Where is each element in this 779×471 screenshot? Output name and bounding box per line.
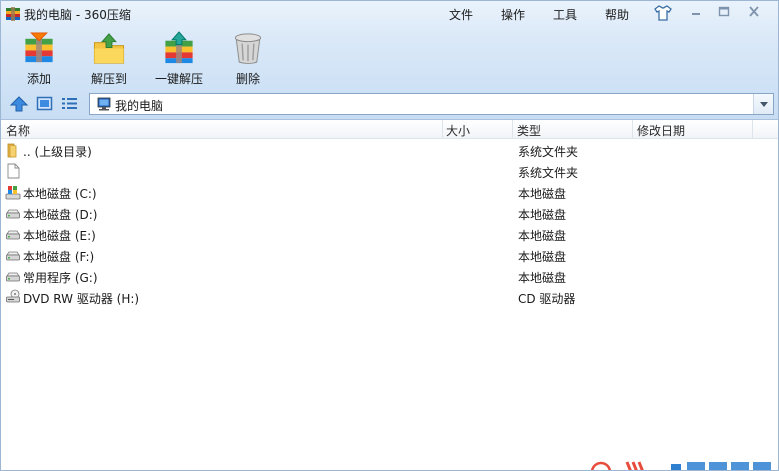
hard-drive-icon [6, 251, 20, 261]
app-window: 我的电脑 - 360压缩 文件 操作 工具 帮助 添加 解压到 一键解压 删除 … [0, 0, 779, 471]
item-type: 本地磁盘 [518, 229, 567, 243]
item-name: 本地磁盘 (F:) [23, 250, 95, 264]
item-name: 常用程序 (G:) [23, 271, 98, 285]
top-chrome: 我的电脑 - 360压缩 文件 操作 工具 帮助 添加 解压到 一键解压 删除 … [1, 1, 778, 120]
address-text: 我的电脑 [115, 99, 164, 113]
item-name: 本地磁盘 (E:) [23, 229, 96, 243]
item-type: 本地磁盘 [518, 208, 567, 222]
list-item[interactable]: 本地磁盘 (E:) 本地磁盘 [1, 224, 778, 245]
item-name: 本地磁盘 (C:) [23, 187, 97, 201]
watermark-logo [590, 461, 771, 470]
up-arrow-icon[interactable] [10, 96, 28, 112]
column-modified[interactable]: 修改日期 [637, 122, 685, 139]
list-item[interactable]: 本地磁盘 (C:) 本地磁盘 [1, 182, 778, 203]
address-dropdown-button[interactable] [753, 94, 773, 114]
column-name[interactable]: 名称 [6, 122, 30, 139]
maximize-icon[interactable] [715, 5, 733, 19]
add-label: 添加 [26, 72, 51, 86]
computer-icon [97, 97, 111, 111]
list-item[interactable]: DVD RW 驱动器 (H:) CD 驱动器 [1, 287, 778, 308]
list-item[interactable]: 本地磁盘 (F:) 本地磁盘 [1, 245, 778, 266]
hard-drive-icon [6, 230, 20, 240]
large-icon-view-icon[interactable] [36, 96, 53, 111]
item-type: 本地磁盘 [518, 187, 567, 201]
item-name: DVD RW 驱动器 (H:) [23, 292, 140, 306]
hard-drive-icon [6, 209, 20, 219]
column-divider[interactable] [512, 120, 513, 139]
item-type: CD 驱动器 [518, 292, 576, 306]
add-archive-icon [25, 32, 53, 63]
title-bar[interactable]: 我的电脑 - 360压缩 文件 操作 工具 帮助 [1, 1, 778, 27]
delete-label: 删除 [235, 72, 260, 86]
window-title: 我的电脑 - 360压缩 [24, 8, 131, 22]
trash-bin-icon [234, 33, 262, 65]
item-type: 系统文件夹 [518, 166, 579, 180]
menu-operate[interactable]: 操作 [495, 5, 531, 24]
column-size[interactable]: 大小 [446, 122, 470, 139]
folder-icon [7, 143, 17, 158]
item-type: 本地磁盘 [518, 271, 567, 285]
column-divider[interactable] [752, 120, 753, 139]
one-click-extract-icon [165, 31, 193, 64]
one-click-extract-button[interactable]: 一键解压 [149, 31, 209, 87]
item-type: 系统文件夹 [518, 145, 579, 159]
column-header: 名称 大小 类型 修改日期 [1, 120, 778, 139]
chevron-down-icon [760, 102, 768, 107]
address-bar[interactable]: 我的电脑 [89, 93, 774, 115]
column-type[interactable]: 类型 [517, 122, 541, 139]
minimize-icon[interactable] [687, 5, 705, 19]
hard-drive-icon [6, 272, 20, 282]
menu-help[interactable]: 帮助 [599, 5, 635, 24]
menu-file[interactable]: 文件 [443, 5, 479, 24]
skin-shirt-icon[interactable] [653, 4, 673, 22]
item-type: 本地磁盘 [518, 250, 567, 264]
list-item[interactable]: .. (上级目录) 系统文件夹 [1, 140, 778, 161]
column-divider[interactable] [632, 120, 633, 139]
column-divider[interactable] [442, 120, 443, 139]
extract-to-label: 解压到 [90, 72, 127, 86]
list-view-icon[interactable] [61, 96, 78, 111]
one-click-extract-label: 一键解压 [154, 72, 203, 86]
extract-folder-icon [93, 33, 125, 64]
close-icon[interactable] [745, 5, 763, 19]
list-item[interactable]: 本地磁盘 (D:) 本地磁盘 [1, 203, 778, 224]
item-name: 本地磁盘 (D:) [23, 208, 98, 222]
list-item[interactable]: 系统文件夹 [1, 161, 778, 182]
add-button[interactable]: 添加 [9, 31, 69, 87]
dvd-drive-icon [6, 289, 20, 303]
list-item[interactable]: 常用程序 (G:) 本地磁盘 [1, 266, 778, 287]
delete-button[interactable]: 删除 [218, 31, 278, 87]
app-logo-icon [6, 7, 20, 21]
blank-file-icon [7, 163, 20, 179]
extract-to-button[interactable]: 解压到 [79, 31, 139, 87]
system-drive-icon [5, 186, 21, 200]
menu-tools[interactable]: 工具 [547, 5, 583, 24]
item-name: .. (上级目录) [23, 145, 92, 159]
